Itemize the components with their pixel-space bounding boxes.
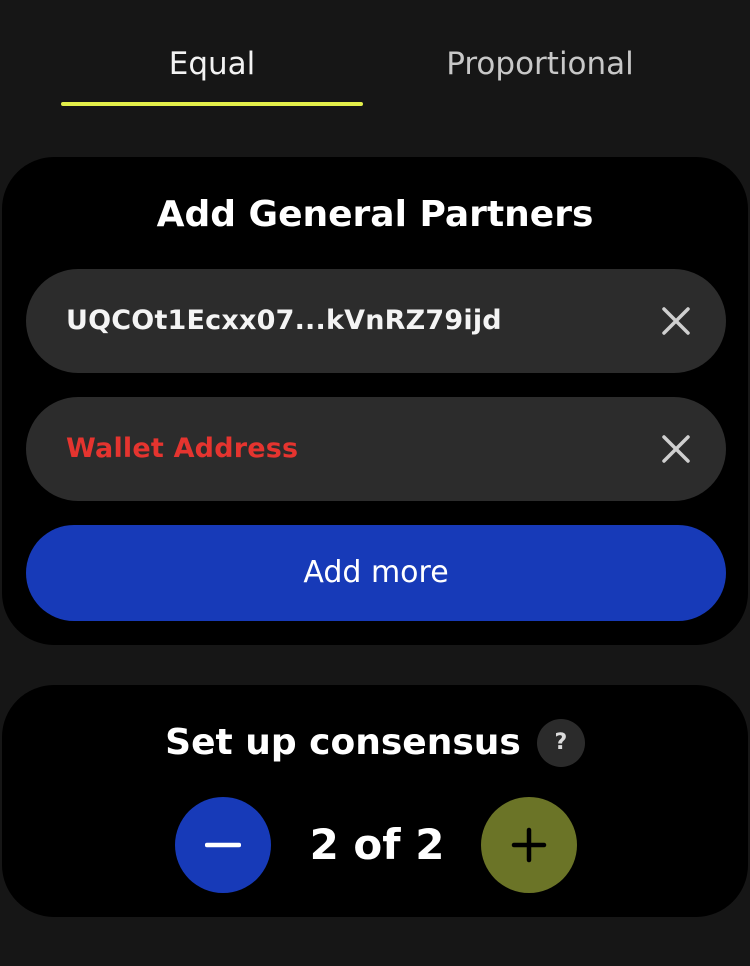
active-tab-indicator <box>61 102 363 106</box>
consensus-total: 2 <box>415 820 445 869</box>
general-partners-card: Add General Partners UQCOt1Ecxx07...kVnR… <box>2 157 748 645</box>
wallet-address-field-2[interactable]: Wallet Address <box>26 397 726 501</box>
consensus-header: Set up consensus? <box>2 718 748 768</box>
decrement-button[interactable] <box>175 797 271 893</box>
consensus-count: 2 of 2 <box>282 815 472 875</box>
consensus-card: Set up consensus? 2 of 2 <box>2 685 748 917</box>
close-icon[interactable] <box>660 305 692 337</box>
increment-button[interactable] <box>481 797 577 893</box>
help-icon[interactable]: ? <box>536 719 585 767</box>
consensus-title: Set up consensus <box>165 722 521 763</box>
consensus-current: 2 <box>309 820 339 869</box>
close-icon[interactable] <box>660 433 692 465</box>
general-partners-title: Add General Partners <box>156 194 594 235</box>
split-mode-tabs: Equal Proportional <box>0 0 750 108</box>
add-more-button[interactable]: Add more <box>26 525 726 621</box>
tab-proportional[interactable]: Proportional <box>390 42 690 86</box>
wallet-address-placeholder: Wallet Address <box>66 433 299 464</box>
consensus-separator: of <box>353 820 401 869</box>
plus-icon <box>511 827 547 863</box>
wallet-address-field-1[interactable]: UQCOt1Ecxx07...kVnRZ79ijd <box>26 269 726 373</box>
tab-equal[interactable]: Equal <box>61 42 363 86</box>
minus-icon <box>205 842 241 848</box>
wallet-address-value: UQCOt1Ecxx07...kVnRZ79ijd <box>66 305 502 336</box>
